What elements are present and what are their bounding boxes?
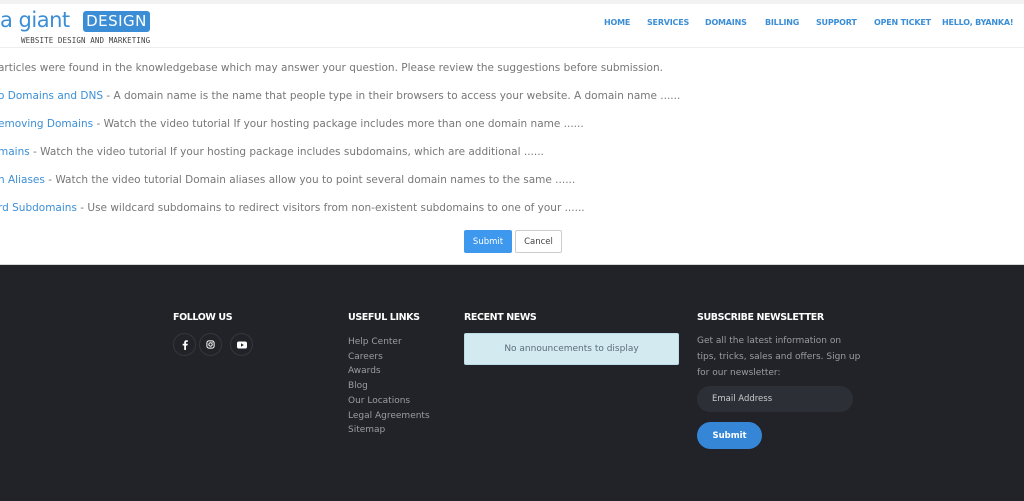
kb-article-link[interactable]: n Aliases (0, 174, 45, 186)
logo-tagline: WEBSITE DESIGN AND MARKETING (21, 36, 151, 45)
kb-article-summary: - Watch the video tutorial Domain aliase… (44, 174, 576, 186)
instagram-icon (206, 340, 215, 349)
facebook-icon (181, 339, 189, 350)
footer-link-help-center[interactable]: Help Center (348, 335, 430, 350)
kb-article-summary: - A domain name is the name that people … (103, 90, 681, 102)
logo-text: a giant (0, 8, 70, 32)
youtube-icon (236, 341, 247, 349)
kb-article-item: n Aliases - Watch the video tutorial Dom… (0, 174, 575, 186)
useful-links-list: Help Center Careers Awards Blog Our Loca… (348, 335, 430, 438)
main-content: articles were found in the knowledgebase… (0, 49, 1024, 265)
instagram-link[interactable] (199, 333, 222, 356)
cancel-button[interactable]: Cancel (515, 230, 562, 253)
youtube-link[interactable] (230, 333, 253, 356)
newsletter-description: Get all the latest information on tips, … (697, 336, 861, 378)
nav-services[interactable]: SERVICES (647, 18, 689, 27)
kb-article-link[interactable]: o Domains and DNS (0, 90, 103, 102)
kb-article-link[interactable]: mains (0, 146, 30, 158)
footer-link-careers[interactable]: Careers (348, 350, 430, 365)
recent-news-heading: RECENT NEWS (464, 312, 537, 323)
site-footer: FOLLOW US USEFUL LINKS Help Center Caree… (0, 264, 1024, 501)
nav-domains[interactable]: DOMAINS (705, 18, 747, 27)
footer-link-sitemap[interactable]: Sitemap (348, 423, 430, 438)
kb-article-summary: - Use wildcard subdomains to redirect vi… (76, 202, 585, 214)
kb-article-item: emoving Domains - Watch the video tutori… (0, 118, 584, 130)
footer-link-legal-agreements[interactable]: Legal Agreements (348, 409, 430, 424)
logo-badge: DESIGN (83, 11, 150, 32)
kb-suggestion-intro: articles were found in the knowledgebase… (0, 62, 663, 74)
nav-home[interactable]: HOME (604, 18, 630, 27)
newsletter-email-input[interactable] (697, 386, 853, 412)
kb-article-item: rd Subdomains - Use wildcard subdomains … (0, 202, 585, 214)
footer-link-our-locations[interactable]: Our Locations (348, 394, 430, 409)
follow-us-heading: FOLLOW US (173, 312, 233, 323)
nav-user-greeting[interactable]: HELLO, BYANKA! (942, 18, 1014, 27)
kb-article-item: mains - Watch the video tutorial If your… (0, 146, 544, 158)
kb-article-link[interactable]: emoving Domains (0, 118, 93, 130)
nav-billing[interactable]: BILLING (765, 18, 799, 27)
submit-button[interactable]: Submit (464, 230, 512, 253)
kb-article-link[interactable]: rd Subdomains (0, 202, 77, 214)
footer-link-awards[interactable]: Awards (348, 364, 430, 379)
nav-open-ticket[interactable]: OPEN TICKET (874, 18, 931, 27)
no-announcements-alert: No announcements to display (464, 333, 679, 365)
kb-article-summary: - Watch the video tutorial If your hosti… (29, 146, 544, 158)
newsletter-submit-button[interactable]: Submit (697, 422, 762, 449)
site-header: a giant DESIGN WEBSITE DESIGN AND MARKET… (0, 0, 1024, 48)
kb-article-item: o Domains and DNS - A domain name is the… (0, 90, 680, 102)
useful-links-heading: USEFUL LINKS (348, 312, 420, 323)
kb-article-summary: - Watch the video tutorial If your hosti… (93, 118, 584, 130)
newsletter-heading: SUBSCRIBE NEWSLETTER (697, 312, 824, 323)
nav-support[interactable]: SUPPORT (816, 18, 857, 27)
footer-link-blog[interactable]: Blog (348, 379, 430, 394)
facebook-link[interactable] (173, 333, 196, 356)
